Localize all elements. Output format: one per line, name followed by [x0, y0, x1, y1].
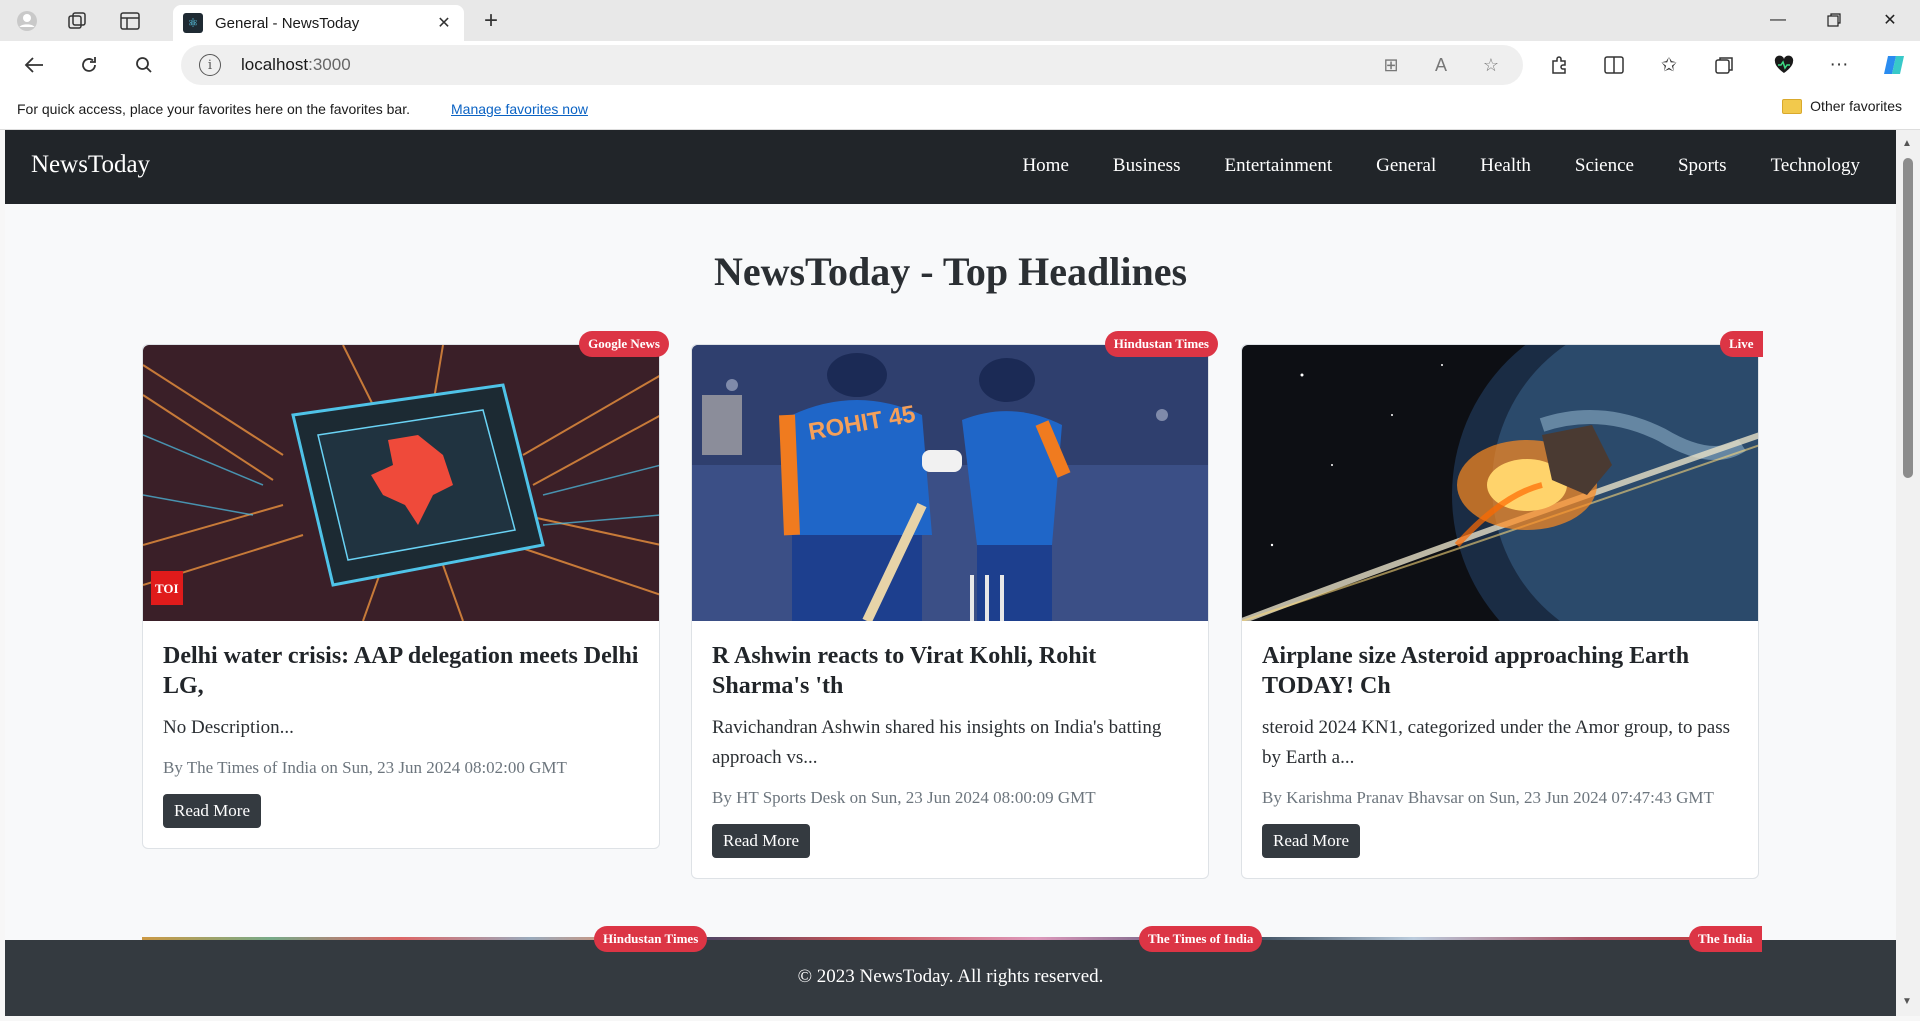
- reload-icon[interactable]: [73, 49, 105, 81]
- article-meta: By Karishma Pranav Bhavsar on Sun, 23 Ju…: [1262, 788, 1714, 807]
- profile-icon[interactable]: [12, 6, 42, 36]
- favorites-icon[interactable]: ✩: [1653, 49, 1685, 81]
- read-aloud-icon[interactable]: A: [1429, 53, 1453, 77]
- source-badge: Hindustan Times: [594, 926, 708, 952]
- back-icon[interactable]: [18, 49, 50, 81]
- nav-science[interactable]: Science: [1575, 155, 1634, 177]
- extensions-icon[interactable]: [1543, 49, 1575, 81]
- tab-title: General - NewsToday: [215, 14, 360, 32]
- article-image[interactable]: ROHIT 45: [692, 345, 1208, 621]
- article-image[interactable]: [1242, 345, 1758, 621]
- react-favicon-icon: ⚛: [183, 13, 203, 33]
- other-favorites-label: Other favorites: [1810, 98, 1902, 114]
- nav-general[interactable]: General: [1376, 155, 1436, 177]
- news-card: Hindustan Times ROHIT 45 R Ashwin reacts…: [691, 331, 1218, 879]
- more-options-icon[interactable]: ···: [1823, 49, 1855, 81]
- site-footer: © 2023 NewsToday. All rights reserved.: [5, 940, 1896, 1016]
- vertical-tabs-icon[interactable]: [115, 6, 145, 36]
- article-meta: By The Times of India on Sun, 23 Jun 202…: [163, 758, 567, 777]
- folder-icon: [1782, 98, 1803, 114]
- page-scrollbar[interactable]: ▲ ▼: [1896, 130, 1920, 1016]
- nav-entertainment[interactable]: Entertainment: [1224, 155, 1332, 177]
- scrollbar-thumb[interactable]: [1903, 158, 1913, 478]
- article-meta: By HT Sports Desk on Sun, 23 Jun 2024 08…: [712, 788, 1096, 807]
- article-image[interactable]: TOI: [143, 345, 659, 621]
- read-more-button[interactable]: Read More: [163, 794, 262, 828]
- news-card: Google News TOI Delhi water crisis: AAP …: [142, 331, 669, 849]
- article-title: Airplane size Asteroid approaching Earth…: [1262, 643, 1690, 699]
- nav-health[interactable]: Health: [1480, 155, 1531, 177]
- site-brand[interactable]: NewsToday: [31, 151, 150, 179]
- nav-business[interactable]: Business: [1113, 155, 1181, 177]
- nav-technology[interactable]: Technology: [1771, 155, 1860, 177]
- app-available-icon[interactable]: ⊞: [1379, 53, 1403, 77]
- news-card: Live Airplane size Asteroid approaching …: [1241, 331, 1763, 879]
- close-tab-icon[interactable]: ✕: [434, 13, 454, 33]
- svg-text:TOI: TOI: [155, 581, 179, 596]
- browser-essentials-icon[interactable]: [1768, 49, 1800, 81]
- source-badge: The Times of India: [1139, 926, 1263, 952]
- card-body: R Ashwin reacts to Virat Kohli, Rohit Sh…: [692, 621, 1208, 878]
- source-badge: Hindustan Times: [1104, 331, 1218, 357]
- nav-sports[interactable]: Sports: [1678, 155, 1727, 177]
- scroll-up-icon[interactable]: ▲: [1902, 138, 1912, 149]
- article-description: Ravichandran Ashwin shared his insights …: [712, 717, 1162, 768]
- source-badge: Live: [1720, 331, 1763, 357]
- site-info-icon[interactable]: i: [199, 54, 221, 76]
- address-bar-row: i localhost:3000 ⊞ A ☆ ✩ ···: [0, 41, 1920, 89]
- split-screen-icon[interactable]: [1598, 49, 1630, 81]
- search-icon[interactable]: [128, 49, 160, 81]
- article-description: steroid 2024 KN1, categorized under the …: [1262, 717, 1731, 768]
- card-body: Delhi water crisis: AAP delegation meets…: [143, 621, 659, 848]
- copilot-icon[interactable]: [1878, 49, 1910, 81]
- favorites-bar: For quick access, place your favorites h…: [0, 89, 1920, 130]
- close-window-icon[interactable]: ✕: [1862, 0, 1918, 40]
- article-description: No Description...: [163, 717, 294, 738]
- footer-copyright: © 2023 NewsToday. All rights reserved.: [797, 966, 1104, 987]
- url-text: localhost:3000: [241, 55, 351, 74]
- other-favorites-button[interactable]: Other favorites: [1782, 98, 1902, 114]
- scroll-down-icon[interactable]: ▼: [1902, 996, 1912, 1007]
- source-badge: The India: [1689, 926, 1762, 952]
- favorite-star-icon[interactable]: ☆: [1479, 53, 1503, 77]
- restore-icon[interactable]: [1806, 0, 1862, 40]
- article-title: R Ashwin reacts to Virat Kohli, Rohit Sh…: [712, 643, 1097, 699]
- site-navbar: NewsToday Home Business Entertainment Ge…: [5, 130, 1896, 204]
- article-title: Delhi water crisis: AAP delegation meets…: [163, 643, 639, 699]
- active-tab[interactable]: ⚛ General - NewsToday ✕: [173, 5, 464, 41]
- nav-links: Home Business Entertainment General Heal…: [1022, 155, 1860, 177]
- browser-tab-bar: ⚛ General - NewsToday ✕ + — ✕: [0, 0, 1920, 41]
- manage-favorites-link[interactable]: Manage favorites now: [451, 101, 588, 117]
- url-bar[interactable]: i localhost:3000 ⊞ A ☆: [181, 45, 1523, 85]
- page-viewport: NewsToday Home Business Entertainment Ge…: [5, 130, 1896, 1016]
- card-body: Airplane size Asteroid approaching Earth…: [1242, 621, 1758, 878]
- read-more-button[interactable]: Read More: [712, 824, 811, 858]
- read-more-button[interactable]: Read More: [1262, 824, 1361, 858]
- workspaces-icon[interactable]: [62, 6, 92, 36]
- source-badge: Google News: [579, 331, 669, 357]
- minimize-icon[interactable]: —: [1750, 0, 1806, 40]
- nav-home[interactable]: Home: [1022, 155, 1068, 177]
- new-tab-icon[interactable]: +: [476, 6, 506, 36]
- page-title: NewsToday - Top Headlines: [713, 249, 1188, 294]
- favorites-prompt: For quick access, place your favorites h…: [17, 101, 410, 117]
- collections-icon[interactable]: [1708, 49, 1740, 81]
